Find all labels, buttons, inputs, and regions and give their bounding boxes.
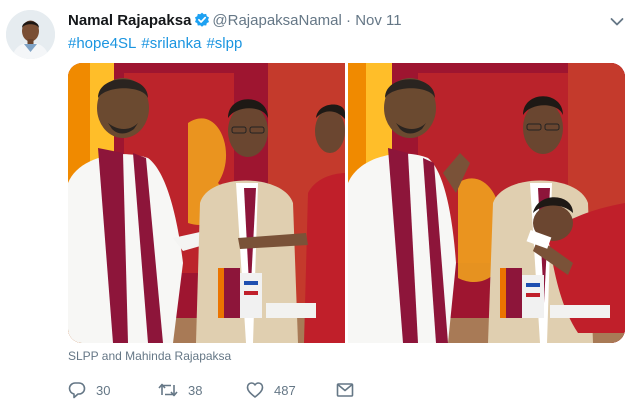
media-gallery <box>68 63 625 343</box>
author-name[interactable]: Namal Rajapaksa <box>68 12 191 29</box>
retweet-count: 38 <box>188 382 203 398</box>
direct-message-icon <box>336 382 354 398</box>
verified-badge-icon <box>194 12 210 32</box>
tweet-date[interactable]: Nov 11 <box>355 12 401 29</box>
retweet-button[interactable]: 38 <box>158 380 202 400</box>
like-count: 487 <box>274 382 296 398</box>
hashtag-link[interactable]: #slpp <box>206 35 242 52</box>
media-photo-2[interactable] <box>348 63 625 343</box>
hashtag-link[interactable]: #srilanka <box>141 35 201 52</box>
reply-button[interactable]: 30 <box>68 380 110 400</box>
media-caption: SLPP and Mahinda Rajapaksa <box>68 349 232 363</box>
retweet-icon <box>158 381 178 399</box>
hashtag-link[interactable]: #hope4SL <box>68 35 136 52</box>
reply-count: 30 <box>96 382 111 398</box>
media-photo-1[interactable] <box>68 63 345 343</box>
author-avatar[interactable] <box>6 10 55 59</box>
separator-dot: · <box>346 12 352 29</box>
tweet-header: Namal Rajapaksa @RajapaksaNamal · Nov 11 <box>68 12 620 32</box>
author-handle[interactable]: @RajapaksaNamal <box>212 12 341 29</box>
like-button[interactable]: 487 <box>246 380 296 400</box>
like-icon <box>246 381 264 399</box>
tweet-text: #hope4SL #srilanka #slpp <box>68 35 247 52</box>
direct-message-button[interactable] <box>336 380 354 400</box>
reply-icon <box>68 381 86 399</box>
avatar-photo <box>6 10 55 59</box>
chevron-down-icon[interactable] <box>610 14 624 32</box>
